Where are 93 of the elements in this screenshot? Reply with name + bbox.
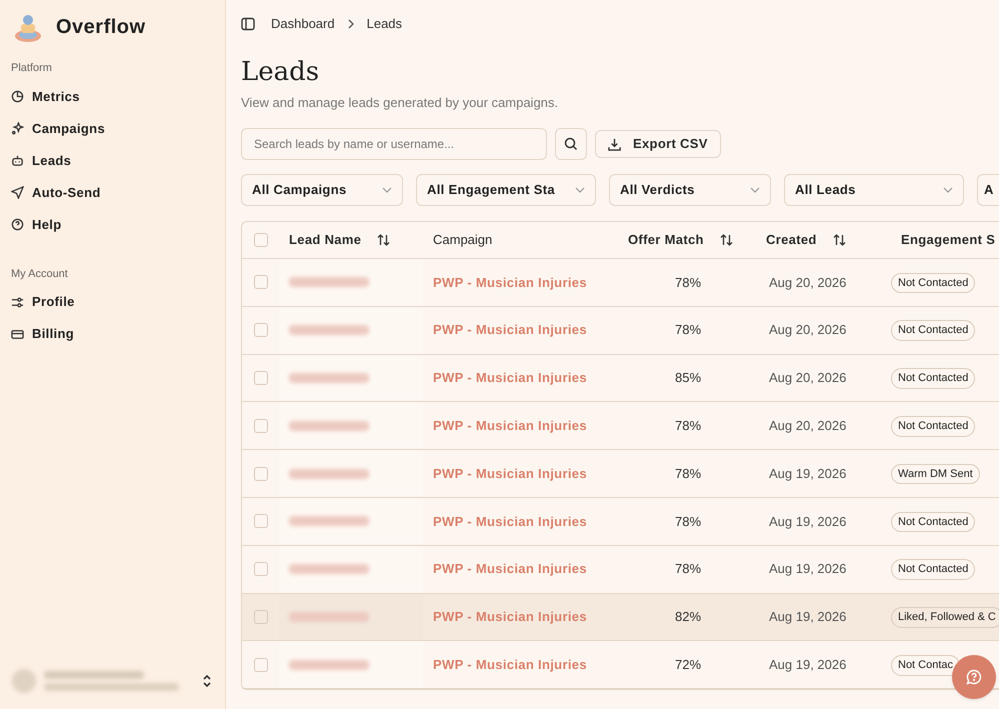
- column-header: Lead Name: [289, 231, 362, 250]
- chevron-right-icon: [346, 19, 355, 29]
- filter-dropdown[interactable]: All Leads: [784, 174, 964, 206]
- page-title: Leads: [241, 56, 320, 88]
- pie-chart-icon: [11, 90, 24, 103]
- chevron-down-icon: [750, 187, 760, 193]
- sort-icon[interactable]: [832, 234, 846, 246]
- row-checkbox[interactable]: [254, 658, 268, 672]
- sidebar-section-heading: Platform: [10, 61, 53, 76]
- help-chat-icon: [966, 669, 982, 685]
- table-row[interactable]: PWP - Musician Injuries 78% Aug 19, 2026 Not Contacted: [242, 546, 999, 594]
- offer-match-value: 78%: [675, 466, 702, 481]
- table-row[interactable]: PWP - Musician Injuries 82% Aug 19, 2026 Liked, Followed & C: [242, 594, 999, 642]
- table-row[interactable]: PWP - Musician Injuries 78% Aug 19, 2026 Not Contacted: [242, 498, 999, 546]
- offer-match-value: 85%: [675, 370, 702, 386]
- column-header: Campaign: [433, 231, 492, 250]
- filter-dropdown[interactable]: All Verdicts: [609, 174, 771, 206]
- sidebar-item[interactable]: Help: [0, 208, 225, 240]
- avatar: [12, 669, 36, 693]
- engagement-status-badge: Not Contacted: [891, 272, 976, 294]
- created-date: Aug 20, 2026: [769, 370, 846, 386]
- engagement-status-badge: Not Contacted: [891, 320, 976, 341]
- sidebar-item[interactable]: Metrics: [0, 80, 225, 112]
- created-date: Aug 20, 2026: [769, 274, 846, 290]
- card-icon: [11, 328, 24, 340]
- row-checkbox[interactable]: [254, 610, 268, 624]
- table-row[interactable]: PWP - Musician Injuries 78% Aug 20, 2026 Not Contacted: [242, 402, 999, 450]
- filter-dropdown[interactable]: A: [977, 174, 999, 206]
- filter-dropdown[interactable]: All Engagement Sta: [416, 174, 596, 206]
- search-field[interactable]: Search leads by name or username...: [241, 128, 547, 160]
- robot-icon: [11, 154, 24, 167]
- sort-icon[interactable]: [377, 234, 390, 246]
- created-date: Aug 19, 2026: [769, 514, 846, 529]
- row-checkbox[interactable]: [254, 514, 268, 528]
- row-checkbox[interactable]: [254, 418, 268, 433]
- engagement-status-badge: Not Contacted: [891, 368, 976, 389]
- offer-match-value: 78%: [675, 274, 702, 290]
- brand-name: Overflow: [56, 15, 146, 40]
- column-header: Engagement S: [901, 231, 996, 250]
- sidebar-item[interactable]: Billing: [0, 318, 225, 350]
- row-checkbox[interactable]: [254, 275, 268, 290]
- chevron-down-icon: [943, 187, 953, 193]
- table-row[interactable]: PWP - Musician Injuries 78% Aug 20, 2026 Not Contacted: [242, 306, 999, 355]
- sidebar-item[interactable]: Leads: [0, 144, 225, 176]
- send-icon: [11, 186, 24, 199]
- column-header: Offer Match: [628, 231, 704, 250]
- sliders-icon: [11, 296, 24, 308]
- offer-match-value: 78%: [675, 322, 702, 338]
- sidebar-item[interactable]: Profile: [0, 286, 225, 318]
- sort-icon[interactable]: [720, 234, 733, 246]
- created-date: Aug 19, 2026: [769, 466, 846, 481]
- breadcrumb-link[interactable]: Leads: [366, 14, 402, 34]
- search-button[interactable]: [555, 128, 587, 160]
- table-row[interactable]: PWP - Musician Injuries 85% Aug 20, 2026 Not Contacted: [242, 354, 999, 402]
- offer-match-value: 78%: [675, 418, 702, 434]
- sparkles-icon: [11, 122, 24, 135]
- sidebar-section-heading: My Account: [10, 266, 69, 282]
- breadcrumb-link[interactable]: Dashboard: [271, 14, 335, 34]
- column-header: Created: [766, 231, 817, 250]
- row-checkbox[interactable]: [254, 370, 268, 385]
- chevrons-up-down-icon[interactable]: [201, 674, 213, 688]
- created-date: Aug 20, 2026: [769, 322, 846, 338]
- table-row[interactable]: PWP - Musician Injuries 78% Aug 20, 2026 Not Contacted: [242, 259, 999, 307]
- offer-match-value: 82%: [675, 609, 702, 624]
- row-checkbox[interactable]: [254, 466, 268, 481]
- engagement-status-badge: Not Contacted: [891, 559, 976, 580]
- sidebar-toggle-icon[interactable]: [241, 17, 255, 31]
- created-date: Aug 19, 2026: [769, 561, 846, 576]
- offer-match-value: 78%: [675, 514, 702, 529]
- engagement-status-badge: Liked, Followed & C: [891, 607, 999, 628]
- row-checkbox[interactable]: [254, 562, 268, 576]
- sidebar-item[interactable]: Auto-Send: [0, 176, 225, 208]
- help-chat-button[interactable]: [952, 655, 996, 699]
- created-date: Aug 19, 2026: [769, 609, 846, 624]
- engagement-status-badge: Not Contacted: [891, 416, 976, 437]
- offer-match-value: 78%: [675, 561, 702, 576]
- download-icon: [608, 138, 621, 150]
- sidebar-item[interactable]: Campaigns: [0, 112, 225, 144]
- offer-match-value: 72%: [675, 657, 702, 672]
- export-csv-button[interactable]: Export CSV: [595, 130, 721, 158]
- search-icon: [564, 137, 578, 151]
- engagement-status-badge: Not Contacted: [891, 512, 976, 532]
- select-all-checkbox[interactable]: [254, 233, 268, 247]
- help-icon: [11, 218, 24, 231]
- created-date: Aug 19, 2026: [769, 657, 846, 672]
- filter-dropdown[interactable]: All Campaigns: [241, 174, 403, 206]
- chevron-down-icon: [575, 187, 585, 193]
- table-row[interactable]: PWP - Musician Injuries 78% Aug 19, 2026 Warm DM Sent: [242, 450, 999, 498]
- created-date: Aug 20, 2026: [769, 418, 846, 434]
- chevron-down-icon: [382, 187, 392, 193]
- engagement-status-badge: Warm DM Sent: [891, 464, 980, 484]
- page-subtitle: View and manage leads generated by your campaigns.: [241, 94, 560, 112]
- row-checkbox[interactable]: [254, 323, 268, 338]
